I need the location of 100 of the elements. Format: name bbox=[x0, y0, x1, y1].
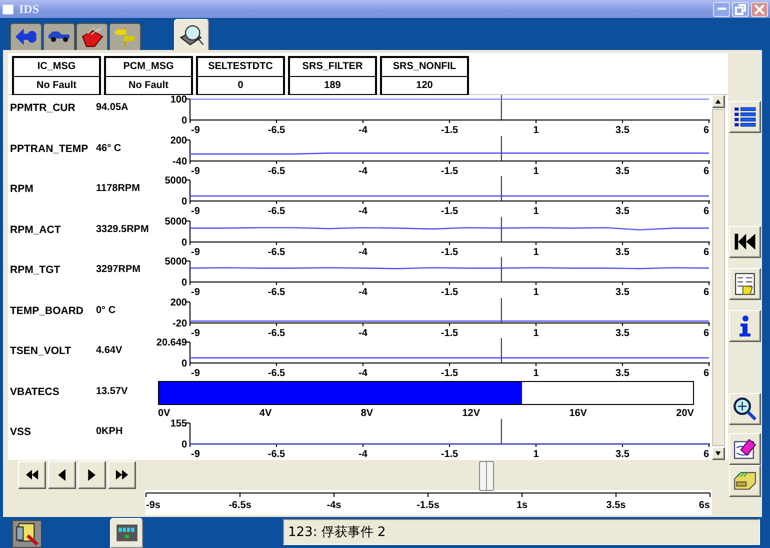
monitor-value: 189 bbox=[290, 76, 375, 94]
toolbox-icon bbox=[80, 26, 104, 48]
axis-tick-label: 6 bbox=[703, 368, 709, 378]
form-button[interactable] bbox=[729, 268, 761, 300]
timeline-slider[interactable] bbox=[479, 461, 494, 491]
status-field: 123: 俘获事件 2 bbox=[283, 519, 760, 545]
cursor-line bbox=[500, 419, 502, 444]
zoom-in-icon bbox=[733, 397, 757, 421]
monitor-value: No Fault bbox=[106, 76, 191, 94]
y-axis bbox=[186, 342, 190, 364]
axis-tick-label: -1.5 bbox=[440, 125, 458, 135]
axis-tick-label: 6 bbox=[703, 206, 709, 216]
signpost-icon bbox=[113, 26, 137, 48]
axis-tick-label: 100 bbox=[170, 95, 187, 106]
magnifier-icon bbox=[178, 24, 204, 46]
axis-tick-label: -9 bbox=[191, 206, 200, 216]
skip-back-button[interactable] bbox=[729, 226, 761, 258]
monitor-name: SRS_FILTER bbox=[301, 60, 364, 74]
axis-tick-label: -9 bbox=[191, 368, 200, 378]
axis-tick-label: 3.5 bbox=[616, 166, 630, 176]
tab[interactable] bbox=[43, 23, 75, 50]
back-button[interactable] bbox=[48, 461, 76, 489]
fast-forward-button[interactable] bbox=[108, 461, 136, 489]
axis-tick-label: 1 bbox=[533, 368, 539, 378]
list-button[interactable] bbox=[729, 101, 761, 133]
y-axis bbox=[186, 180, 190, 202]
axis-tick-label: 6 bbox=[703, 328, 709, 338]
signal-reading: 4.64V bbox=[96, 344, 124, 358]
signal-reading: 46° C bbox=[96, 142, 122, 156]
axis-tick-label: 1 bbox=[533, 449, 539, 459]
taskbar-button[interactable] bbox=[12, 520, 42, 548]
signal-name: RPM_TGT bbox=[10, 263, 62, 278]
scrollbar[interactable] bbox=[712, 95, 725, 460]
axis-tick-label: 0 bbox=[181, 116, 187, 126]
axis-tick-label: -1.5 bbox=[440, 449, 458, 459]
cursor-line bbox=[500, 298, 502, 323]
scale-label: 4V bbox=[259, 408, 272, 419]
axis-tick-label: -40 bbox=[172, 156, 187, 167]
cursor-line bbox=[500, 257, 502, 282]
signal-name: VBATECS bbox=[10, 384, 60, 400]
axis-tick-label: 3.5 bbox=[616, 328, 630, 338]
axis-tick-label: 6 bbox=[703, 449, 709, 459]
axis-tick-label: -6.5 bbox=[268, 246, 286, 256]
signal-name: TSEN_VOLT bbox=[10, 344, 72, 359]
axis-tick-label: 1 bbox=[533, 206, 539, 216]
axis-tick-label: -1.5 bbox=[440, 368, 458, 378]
time-tick-label: 3.5s bbox=[606, 500, 626, 511]
cursor-line bbox=[500, 176, 502, 202]
skip-back-icon bbox=[733, 232, 757, 252]
time-tick-label: -1.5s bbox=[416, 500, 440, 511]
axis-tick-label: -9 bbox=[191, 125, 200, 135]
axis-tick-label: 200 bbox=[170, 298, 187, 308]
axis-tick-label: -4 bbox=[358, 166, 368, 176]
window-icon bbox=[2, 4, 14, 14]
window-title: IDS bbox=[19, 2, 40, 16]
time-tick-label: 6s bbox=[698, 500, 710, 511]
axis-tick-label: 5000 bbox=[164, 176, 187, 186]
time-tick-label: 1s bbox=[516, 500, 528, 511]
rewind-icon bbox=[25, 469, 39, 481]
signal-reading: 1178RPM bbox=[96, 182, 141, 196]
monitor-name: SRS_NONFIL bbox=[392, 60, 458, 74]
cursor-line bbox=[500, 95, 502, 120]
right-triangle-icon bbox=[87, 468, 97, 482]
zoom-button[interactable] bbox=[729, 393, 761, 425]
down-arrow-icon bbox=[715, 451, 722, 456]
axis-tick-label: -6.5 bbox=[268, 328, 286, 338]
signal-reading: 3297RPM bbox=[96, 263, 142, 277]
axis-tick-label: 0 bbox=[181, 278, 187, 288]
tab[interactable] bbox=[76, 23, 108, 50]
signal-reading: 0° C bbox=[96, 304, 117, 318]
axis-tick-label: -1.5 bbox=[440, 206, 458, 216]
signal-name: TEMP_BOARD bbox=[10, 304, 85, 318]
y-axis bbox=[186, 98, 190, 120]
axis-tick-label: -4 bbox=[358, 328, 368, 338]
magnifier-document-icon bbox=[15, 522, 39, 546]
info-button[interactable] bbox=[729, 310, 761, 342]
y-axis bbox=[186, 139, 190, 161]
axis-tick-label: -9 bbox=[191, 246, 200, 256]
axis-tick-label: 6 bbox=[703, 287, 709, 297]
axis-tick-label: -1.5 bbox=[440, 287, 458, 297]
axis-tick-label: 1 bbox=[533, 125, 539, 135]
axis-tick-label: -9 bbox=[191, 287, 200, 297]
axis-tick-label: 0 bbox=[181, 237, 187, 248]
axis-tick-label: -9 bbox=[191, 166, 200, 176]
axis-tick-label: 3.5 bbox=[616, 246, 630, 256]
signal-reading: 3329.5RPM bbox=[96, 222, 150, 236]
axis-tick-label: -6.5 bbox=[268, 125, 286, 135]
forward-button[interactable] bbox=[78, 461, 106, 489]
axis-tick-label: 0 bbox=[181, 440, 187, 450]
close-icon bbox=[754, 4, 765, 14]
drawer-button[interactable] bbox=[729, 465, 761, 497]
scale-label: 8V bbox=[360, 408, 374, 419]
eraser-button[interactable] bbox=[729, 433, 761, 465]
axis-tick-label: -6.5 bbox=[268, 166, 286, 176]
cursor-line bbox=[500, 338, 502, 364]
scale-label: 12V bbox=[462, 408, 480, 419]
axis-tick-label: -6.5 bbox=[268, 206, 286, 216]
info-icon bbox=[738, 314, 752, 338]
signal-name: RPM bbox=[10, 182, 34, 197]
rewind-button[interactable] bbox=[18, 461, 46, 489]
